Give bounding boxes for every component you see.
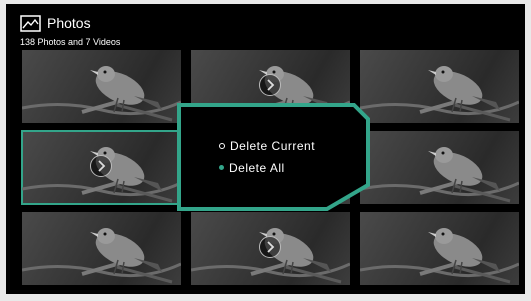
delete-current-label: Delete Current xyxy=(230,139,316,153)
play-icon xyxy=(259,74,281,96)
play-icon xyxy=(259,236,281,258)
photo-gallery-icon xyxy=(20,15,41,32)
photo-thumbnail[interactable] xyxy=(22,50,181,123)
bird-photo xyxy=(360,66,519,122)
photo-thumbnail[interactable] xyxy=(360,131,519,204)
play-icon xyxy=(90,155,112,177)
page-title: Photos xyxy=(47,15,91,31)
bird-photo xyxy=(22,66,181,122)
gallery-screen: Photos 138 Photos and 7 Videos Delete Cu… xyxy=(6,4,525,294)
bird-photo xyxy=(360,147,519,203)
dialog-frame xyxy=(177,103,370,211)
delete-all-label: Delete All xyxy=(229,161,285,175)
bird-photo xyxy=(22,228,181,284)
option-bullet-icon xyxy=(219,165,224,171)
delete-dialog: Delete Current Delete All xyxy=(173,101,373,213)
photo-thumbnail[interactable] xyxy=(22,212,181,285)
photo-thumbnail[interactable] xyxy=(360,50,519,123)
photo-thumbnail[interactable] xyxy=(360,212,519,285)
video-thumbnail[interactable] xyxy=(191,212,350,285)
media-count: 138 Photos and 7 Videos xyxy=(20,37,121,47)
video-thumbnail[interactable] xyxy=(21,130,182,205)
delete-current-option[interactable]: Delete Current xyxy=(219,139,315,153)
delete-all-option[interactable]: Delete All xyxy=(219,161,285,175)
option-bullet-icon xyxy=(219,142,225,149)
bird-photo xyxy=(360,228,519,284)
